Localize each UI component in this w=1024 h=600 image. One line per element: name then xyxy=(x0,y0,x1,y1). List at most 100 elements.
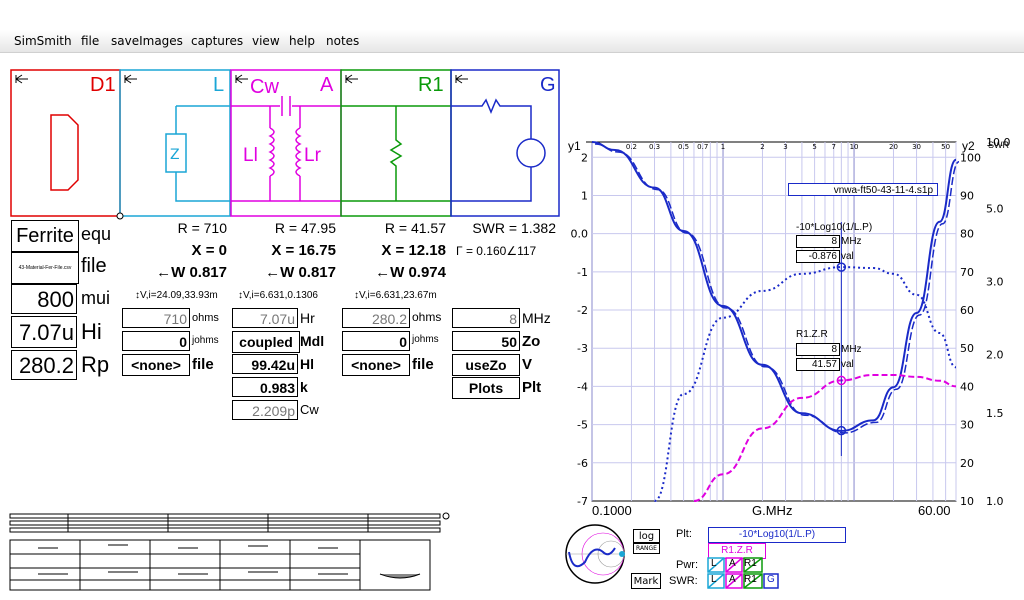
a-sub-title: Cw xyxy=(250,76,279,98)
r1-r-readout: R = 41.57 xyxy=(384,220,446,236)
y1-tick-label: -1 xyxy=(577,266,588,279)
marker2-trace: R1.Z.R xyxy=(796,329,828,340)
x-top-tick-label: 7 xyxy=(832,143,836,151)
a-hl-field[interactable]: 99.42u xyxy=(232,354,298,374)
l-file-field[interactable]: <none> xyxy=(122,354,190,376)
x-top-tick-label: 50 xyxy=(941,143,950,151)
swr-cell-a[interactable]: A xyxy=(729,574,736,585)
l-file-label: file xyxy=(192,356,214,373)
x-axis-label: G.MHz xyxy=(752,503,793,518)
y2-tick-label: 40 xyxy=(960,380,974,393)
g-swr-readout: SWR = 1.382 xyxy=(472,220,556,236)
l-ohms-label: ohms xyxy=(192,312,219,324)
swr-cell-r1[interactable]: R1 xyxy=(744,574,757,585)
s1p-file-label[interactable]: vnwa-ft50-43-11-4.s1p xyxy=(788,183,938,196)
y1-tick-label: -3 xyxy=(577,342,588,355)
a-w-readout: ←W 0.817 xyxy=(265,264,336,281)
l-r-readout: R = 710 xyxy=(177,220,227,236)
swr-tick-label: 2.0 xyxy=(986,349,1004,362)
a-cw-field[interactable]: 2.209p xyxy=(232,400,298,420)
l-x-readout: X = 0 xyxy=(191,242,227,259)
smith-chart-mini[interactable] xyxy=(563,522,631,588)
load-mui-label: mui xyxy=(81,288,111,308)
x-top-tick-label: 20 xyxy=(889,143,898,151)
g-v-field[interactable]: useZo xyxy=(452,354,520,376)
r1-file-field[interactable]: <none> xyxy=(342,354,410,376)
l-johms-field[interactable]: 0 xyxy=(122,331,190,351)
y1-tick-label: -5 xyxy=(577,419,588,432)
schematic: Z xyxy=(10,69,560,220)
swr-axis-label: SWR xyxy=(988,140,1009,150)
r1-johms-field[interactable]: 0 xyxy=(342,331,410,351)
marker1-value-unit: val xyxy=(841,251,854,262)
x-top-tick-label: 10 xyxy=(850,143,859,151)
swr-cell-l[interactable]: L xyxy=(711,574,717,585)
x-top-tick-label: 1 xyxy=(721,143,725,151)
y2-tick-label: 50 xyxy=(960,342,974,355)
log-button[interactable]: log xyxy=(633,529,660,543)
marker2-freq[interactable]: 8 xyxy=(796,343,840,356)
y2-tick-label: 90 xyxy=(960,189,974,202)
a-v-readout: ↕V,i=6.631,0.1306 xyxy=(238,290,318,301)
r1-w-readout: ←W 0.974 xyxy=(375,264,446,281)
r1-ohms-field[interactable]: 280.2 xyxy=(342,308,410,328)
r1-v-readout: ↕V,i=6.631,23.67m xyxy=(354,290,437,301)
mark-button[interactable]: Mark xyxy=(631,573,661,589)
a-cw-label: Cw xyxy=(300,402,319,417)
marker2-value-unit: val xyxy=(841,359,854,370)
g-mhz-field[interactable]: 8 xyxy=(452,308,520,328)
x-min-label: 0.1000 xyxy=(592,503,632,518)
x-top-tick-label: 30 xyxy=(912,143,921,151)
load-rp-field[interactable]: 280.2 xyxy=(11,350,77,380)
y1-axis-label: y1 xyxy=(568,139,581,153)
marker1-value: -0.876 xyxy=(796,250,840,263)
r1-x-readout: X = 12.18 xyxy=(381,242,446,259)
x-max-label: 60.00 xyxy=(918,503,951,518)
a-k-field[interactable]: 0.983 xyxy=(232,377,298,397)
marker2-value: 41.57 xyxy=(796,358,840,371)
swr-cell-g[interactable]: G xyxy=(767,574,775,585)
d1-title: D1 xyxy=(90,74,116,96)
a-mdl-label: Mdl xyxy=(300,333,325,349)
load-hi-label: Hi xyxy=(81,319,102,344)
a-x-readout: X = 16.75 xyxy=(271,242,336,259)
g-zo-field[interactable]: 50 xyxy=(452,331,520,351)
a-hr-field[interactable]: 7.07u xyxy=(232,308,298,328)
swr-tick-label: 5.0 xyxy=(986,202,1004,215)
l-ohms-field[interactable]: 710 xyxy=(122,308,190,328)
load-type-field[interactable]: Ferrite xyxy=(11,220,79,252)
y1-tick-label: 1 xyxy=(581,189,588,202)
pwr-cell-r1[interactable]: R1 xyxy=(744,558,757,569)
load-file-field[interactable]: 43-Material-Fer-File.csv xyxy=(11,252,79,284)
g-gamma-readout: Γ = 0.160∠117 xyxy=(456,244,537,258)
g-plots-button[interactable]: Plots xyxy=(452,377,520,399)
y2-tick-label: 20 xyxy=(960,457,974,470)
plt-label: Plt: xyxy=(676,528,692,540)
y1-tick-label: -6 xyxy=(577,457,588,470)
y2-tick-label: 30 xyxy=(960,419,974,432)
load-rp-label: Rp xyxy=(81,352,110,377)
a-r-readout: R = 47.95 xyxy=(274,220,336,236)
y2-tick-label: 10 xyxy=(960,495,974,508)
pwr-label: Pwr: xyxy=(676,559,698,571)
svg-text:Z: Z xyxy=(170,147,180,163)
pwr-cell-l[interactable]: L xyxy=(711,558,717,569)
swr-label: SWR: xyxy=(669,575,698,587)
l-johms-label: johms xyxy=(192,335,219,346)
marker1-freq[interactable]: 8 xyxy=(796,235,840,248)
load-mui-field[interactable]: 800 xyxy=(11,284,77,314)
x-top-tick-label: 5 xyxy=(812,143,816,151)
swr-tick-label: 1.0 xyxy=(986,495,1004,508)
pwr-cell-a[interactable]: A xyxy=(729,558,736,569)
y2-tick-label: 100 xyxy=(960,151,981,164)
a-mdl-field[interactable]: coupled xyxy=(232,331,300,353)
y1-tick-label: 0.0 xyxy=(571,228,589,241)
x-top-tick-label: 0.2 xyxy=(626,143,637,151)
thumbnail-strips[interactable] xyxy=(8,512,458,592)
load-hi-field[interactable]: 7.07u xyxy=(11,316,77,348)
range-button[interactable]: RANGE xyxy=(633,543,660,554)
swr-tick-label: 1.5 xyxy=(986,407,1004,420)
plt-trace1-field[interactable]: -10*Log10(1/L.P) xyxy=(708,527,846,543)
y2-tick-label: 60 xyxy=(960,304,974,317)
y1-tick-label: 2 xyxy=(581,151,588,164)
